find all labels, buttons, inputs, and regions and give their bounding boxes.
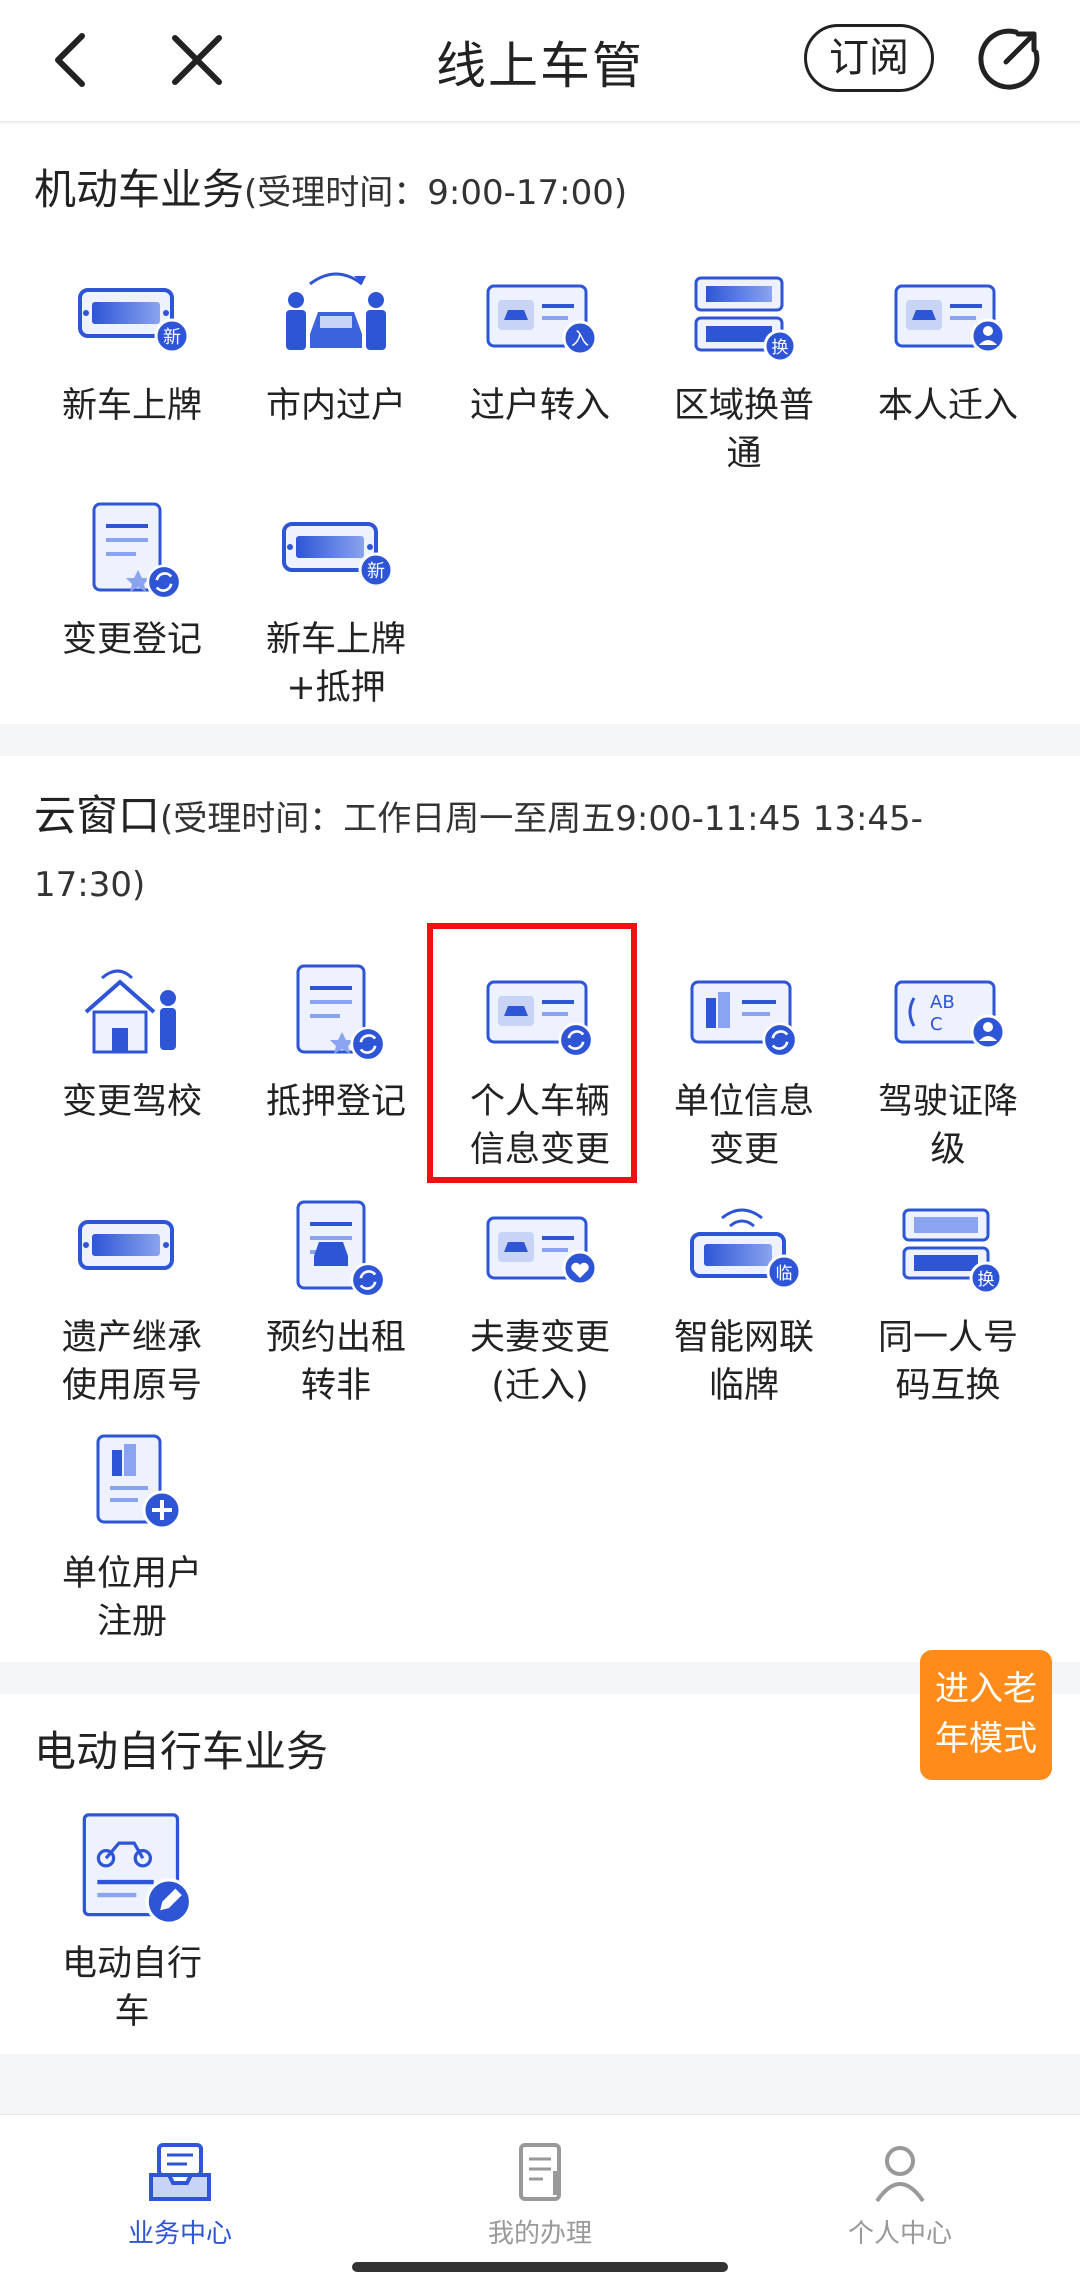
new-plate-mortgage-icon: 新 <box>276 496 394 588</box>
svg-text:临: 临 <box>776 1264 793 1284</box>
change-registration-icon <box>72 496 192 606</box>
service-inheritance-plate[interactable]: 遗产继承 使用原号 <box>30 1194 234 1410</box>
service-smart-temp-plate[interactable]: 临 智能网联 临牌 <box>642 1194 846 1410</box>
service-company-register[interactable]: 单位用户 注册 <box>30 1430 234 1646</box>
plate-swap-icon: 换 <box>694 276 797 363</box>
service-label: 电动自行 车 <box>61 1944 202 2032</box>
service-label: 新车上牌 +抵押 <box>265 620 406 708</box>
e-bike-icon <box>82 1813 193 1925</box>
service-spouse-change[interactable]: 夫妻变更 (迁入) <box>438 1194 642 1410</box>
svg-text:换: 换 <box>978 1270 995 1290</box>
company-register-icon <box>96 1434 182 1530</box>
document-icon <box>519 2143 561 2201</box>
service-label: 单位用户 注册 <box>61 1554 202 1642</box>
home-indicator <box>352 2262 728 2272</box>
tab-business-center[interactable]: 业务中心 <box>60 2141 300 2250</box>
section-cloud-window: 云窗口(受理时间：工作日周一至周五9:00-11:45 13:45- 17:30… <box>0 756 1080 1662</box>
tab-label: 业务中心 <box>127 2219 232 2249</box>
service-change-registration[interactable]: 变更登记 <box>30 496 234 664</box>
service-label: 变更驾校 <box>61 1082 202 1122</box>
service-city-transfer[interactable]: 市内过户 <box>234 262 438 430</box>
service-e-bike[interactable]: 电动自行 车 <box>30 1806 234 2036</box>
svg-text:AB: AB <box>930 992 955 1013</box>
section-hours: (受理时间：9:00-17:00) <box>244 173 628 213</box>
share-icon[interactable] <box>976 26 1042 92</box>
tab-personal-center[interactable]: 个人中心 <box>780 2141 1020 2250</box>
service-label: 同一人号 码互换 <box>877 1318 1018 1406</box>
service-label: 新车上牌 <box>61 386 202 426</box>
service-label: 变更登记 <box>61 620 202 660</box>
section-hours-line2: 17:30) <box>34 865 146 905</box>
service-number-swap[interactable]: 换 同一人号 码互换 <box>846 1194 1050 1410</box>
service-label: 市内过户 <box>265 386 406 426</box>
company-info-icon <box>690 980 804 1068</box>
section-title-text: 机动车业务 <box>34 165 245 214</box>
inheritance-plate-icon <box>72 1194 192 1304</box>
new-plate-icon: 新 <box>72 262 190 354</box>
tab-label: 个人中心 <box>847 2219 952 2249</box>
subscribe-button[interactable]: 订阅 <box>804 24 934 92</box>
elder-mode-button[interactable]: 进入老 年模式 <box>920 1650 1052 1780</box>
service-mortgage-registration[interactable]: 抵押登记 <box>234 958 438 1126</box>
section-e-bike: 电动自行车业务 电动自行 车 <box>0 1694 1080 2054</box>
number-swap-icon: 换 <box>902 1208 1003 1295</box>
section-motor-vehicle: 机动车业务(受理时间：9:00-17:00) 新 新车上牌 市内过户 入 过户转… <box>0 124 1080 724</box>
service-self-move-in[interactable]: 本人迁入 <box>846 262 1050 430</box>
service-label: 预约出租 转非 <box>265 1318 406 1406</box>
highlight-box <box>427 923 637 1183</box>
svg-text:新: 新 <box>367 561 385 582</box>
service-label: 区域换普通 <box>673 386 814 474</box>
service-label: 抵押登记 <box>265 1082 406 1122</box>
driving-school-icon <box>84 969 176 1054</box>
service-change-driving-school[interactable]: 变更驾校 <box>30 958 234 1126</box>
section-title: 云窗口(受理时间：工作日周一至周五9:00-11:45 13:45- <box>34 788 923 847</box>
transfer-people-icon <box>286 272 386 350</box>
section-hours-continued: 17:30) <box>34 854 145 913</box>
user-icon <box>875 2146 925 2203</box>
service-license-downgrade[interactable]: AB C 驾驶证降 级 <box>846 958 1050 1174</box>
section-title-text: 电动自行车业务 <box>34 1727 329 1776</box>
service-region-plate-swap[interactable]: 换 区域换普通 <box>642 262 846 478</box>
license-downgrade-icon: ABC <box>894 980 1006 1050</box>
section-title: 电动自行车业务 <box>34 1724 328 1780</box>
service-new-plate-mortgage[interactable]: 新 新车上牌 +抵押 <box>234 496 438 712</box>
svg-text:换: 换 <box>772 338 789 358</box>
svg-text:C: C <box>930 1014 943 1035</box>
service-label: 过户转入 <box>469 386 610 426</box>
svg-text:入: 入 <box>571 329 589 350</box>
service-taxi-convert[interactable]: 预约出租 转非 <box>234 1194 438 1410</box>
service-label: 夫妻变更 (迁入) <box>469 1318 610 1406</box>
top-navigation-bar: 线上车管 订阅 <box>0 0 1080 122</box>
service-new-plate[interactable]: 新 新车上牌 <box>30 262 234 430</box>
section-title-text: 云窗口 <box>34 791 161 840</box>
transfer-in-icon: 入 <box>480 262 598 356</box>
self-move-in-icon <box>888 262 1006 354</box>
tab-label: 我的办理 <box>487 2219 592 2249</box>
smart-temp-plate-icon: 临 <box>690 1208 802 1290</box>
mortgage-registration-icon <box>276 958 396 1068</box>
service-label: 遗产继承 使用原号 <box>61 1318 202 1406</box>
service-label: 单位信息 变更 <box>673 1082 814 1170</box>
section-title: 机动车业务(受理时间：9:00-17:00) <box>34 162 627 221</box>
taxi-convert-icon <box>276 1194 396 1304</box>
svg-text:新: 新 <box>163 327 181 348</box>
service-label: 智能网联 临牌 <box>673 1318 814 1406</box>
spouse-change-icon <box>480 1194 598 1286</box>
service-label: 驾驶证降 级 <box>877 1082 1018 1170</box>
service-transfer-in[interactable]: 入 过户转入 <box>438 262 642 430</box>
section-hours: (受理时间：工作日周一至周五9:00-11:45 13:45- <box>160 799 923 839</box>
bottom-tab-bar: 业务中心 我的办理 个人中心 <box>0 2114 1080 2286</box>
service-label: 本人迁入 <box>877 386 1018 426</box>
tab-my-handling[interactable]: 我的办理 <box>420 2141 660 2250</box>
service-company-info-change[interactable]: 单位信息 变更 <box>642 958 846 1174</box>
inbox-icon <box>149 2143 211 2201</box>
